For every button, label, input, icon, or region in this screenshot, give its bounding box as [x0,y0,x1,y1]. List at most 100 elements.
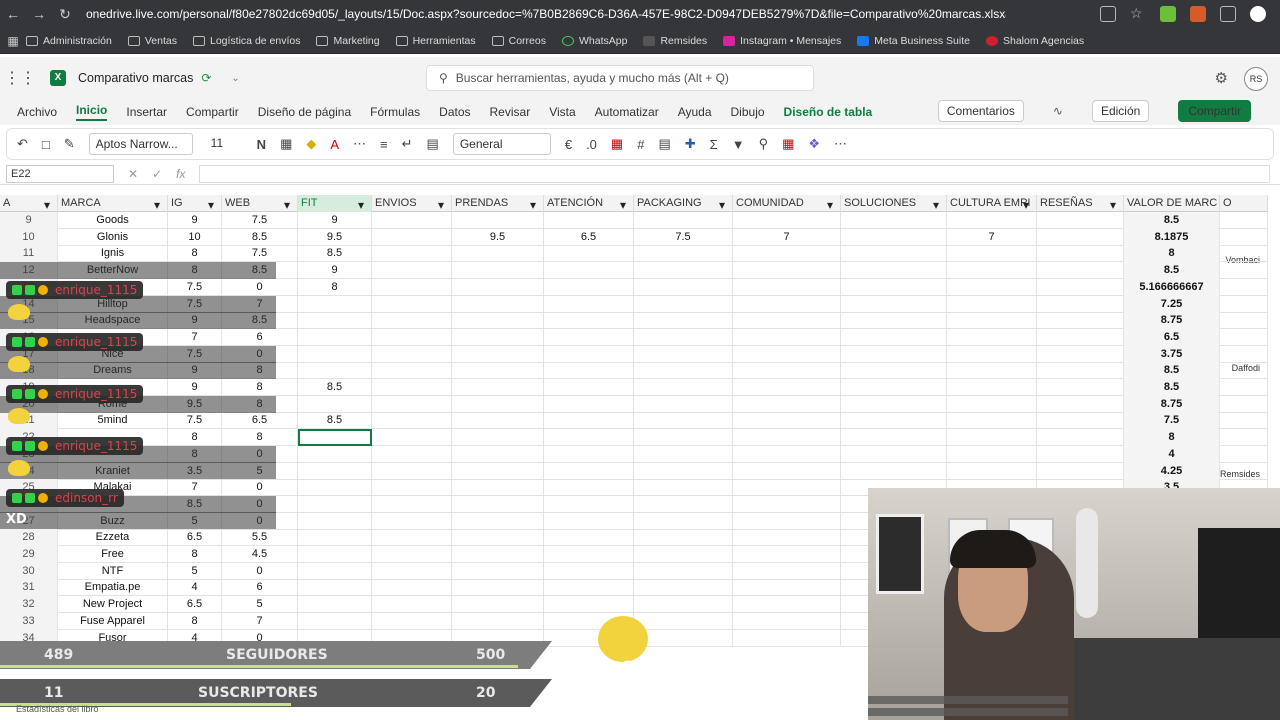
cell-packaging[interactable] [634,262,733,280]
bookmark-ventas[interactable]: Ventas [127,35,177,47]
autosum-icon[interactable]: Σ [710,137,718,152]
cell-atencion[interactable]: 6.5 [544,228,634,246]
cell-prendas[interactable] [452,462,544,480]
cell-comunidad[interactable] [733,462,841,480]
filter-dropdown-icon[interactable]: ▾ [1023,198,1029,212]
cell-cultura[interactable] [947,362,1037,380]
cell-atencion[interactable] [544,412,634,430]
cell-packaging[interactable] [634,495,733,513]
cell-empty[interactable] [372,312,452,330]
cell-packaging[interactable] [634,579,733,597]
cell-atencion[interactable] [544,345,634,363]
cell-marca[interactable]: Ignis [58,245,168,263]
cell-packaging[interactable] [634,312,733,330]
share-button[interactable]: Compartir [1178,100,1251,122]
font-color-icon[interactable]: A [330,137,339,152]
cell-empty[interactable] [1037,345,1124,363]
cell-prendas[interactable] [452,612,544,630]
cell-ig[interactable]: 8 [168,245,222,263]
tab-datos[interactable]: Datos [439,105,470,119]
cell-prendas[interactable] [452,596,544,614]
cell-empty[interactable] [1220,245,1268,263]
cell-comunidad[interactable] [733,262,841,280]
cell-marca[interactable]: Free [58,546,168,563]
row-number[interactable]: 29 [0,546,58,563]
cell-empty[interactable] [841,412,947,430]
row-number[interactable]: 33 [0,612,58,630]
cell-cultura[interactable] [947,379,1037,396]
cell-prendas[interactable] [452,562,544,580]
cell-fit[interactable] [298,395,372,413]
cell-marca[interactable]: Glonis [58,228,168,246]
cell-ig[interactable]: 9 [168,379,222,396]
cell-empty[interactable] [1220,278,1268,296]
cell-fit[interactable] [298,328,372,346]
cell-packaging[interactable] [634,612,733,630]
cell-marca[interactable]: Goods [58,212,168,229]
cell-packaging[interactable] [634,596,733,614]
cell-web[interactable]: 0 [222,562,298,580]
cell-packaging[interactable] [634,345,733,363]
cell-comunidad[interactable] [733,512,841,530]
cell-comunidad[interactable] [733,479,841,497]
cell-cultura[interactable] [947,312,1037,330]
cell-web[interactable]: 8 [222,379,298,396]
cell-atencion[interactable] [544,429,634,447]
cell-fit[interactable] [298,512,372,530]
cell-atencion[interactable] [544,479,634,497]
filter-dropdown-icon[interactable]: ▾ [438,198,444,212]
tab-archivo[interactable]: Archivo [17,105,57,119]
column-header[interactable]: COMUNIDAD [733,195,841,212]
cell-ig[interactable]: 7.5 [168,278,222,296]
cell-ig[interactable]: 7 [168,328,222,346]
filter-dropdown-icon[interactable]: ▾ [1110,198,1116,212]
cell-empty[interactable] [372,395,452,413]
cell-empty[interactable] [1037,395,1124,413]
decimals-icon[interactable]: .0 [586,137,597,152]
cell-comunidad[interactable] [733,445,841,463]
cell-fit[interactable] [298,479,372,497]
cell-web[interactable]: 8.5 [222,228,298,246]
cell-atencion[interactable] [544,212,634,229]
cell-marca[interactable]: 5mind [58,412,168,430]
back-icon[interactable]: ← [0,6,26,22]
cell-cultura[interactable] [947,412,1037,430]
undo-icon[interactable]: ↶ [17,136,28,152]
cell-valor[interactable]: 5.166666667 [1124,278,1220,296]
font-select[interactable]: Aptos Narrow... [88,133,193,155]
cell-empty[interactable] [372,529,452,547]
table-format-icon[interactable]: # [637,137,644,152]
cell-empty[interactable] [841,328,947,346]
cell-web[interactable]: 6.5 [222,412,298,430]
row-number[interactable]: 10 [0,228,58,246]
cell-prendas[interactable] [452,546,544,563]
cell-marca[interactable]: Fuse Apparel [58,612,168,630]
cell-empty[interactable] [1037,429,1124,447]
cell-prendas[interactable] [452,278,544,296]
cell-ig[interactable]: 5 [168,562,222,580]
cell-comunidad[interactable] [733,562,841,580]
cell-comunidad[interactable] [733,579,841,597]
filter-dropdown-icon[interactable]: ▾ [154,198,160,212]
merge-icon[interactable]: ▤ [427,136,439,152]
cell-empty[interactable] [372,612,452,630]
cell-cultura[interactable] [947,278,1037,296]
bookmark-logistica[interactable]: Logística de envíos [193,35,300,47]
bold-icon[interactable]: N [257,137,266,152]
cell-cultura[interactable] [947,212,1037,229]
tab-revisar[interactable]: Revisar [490,105,531,119]
cell-ig[interactable]: 8 [168,429,222,447]
row-number[interactable]: 30 [0,562,58,580]
cell-comunidad[interactable] [733,212,841,229]
column-header[interactable]: SOLUCIONES [841,195,947,212]
cell-prendas[interactable] [452,379,544,396]
bookmark-remsides[interactable]: Remsides [643,35,707,47]
comments-button[interactable]: Comentarios [937,100,1024,122]
profile-icon[interactable] [1250,6,1266,22]
cell-prendas[interactable] [452,479,544,497]
cell-empty[interactable] [841,379,947,396]
tab-automatizar[interactable]: Automatizar [595,105,659,119]
cell-empty[interactable] [841,212,947,229]
cell-cultura[interactable] [947,345,1037,363]
cell-ig[interactable]: 7.5 [168,412,222,430]
